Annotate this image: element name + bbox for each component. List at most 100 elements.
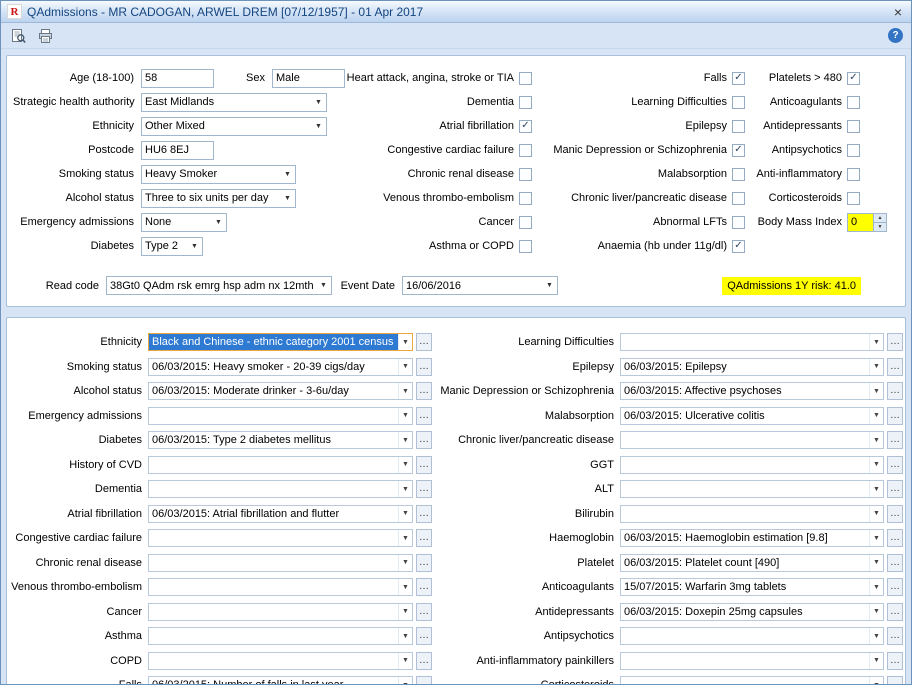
help-button[interactable]: ? xyxy=(888,28,903,43)
ethnicity-ellipsis-button[interactable]: … xyxy=(416,333,432,351)
chevron-down-icon: ▼ xyxy=(398,481,412,497)
asthma-ellipsis-button[interactable]: … xyxy=(416,627,432,645)
postcode-input[interactable]: HU6 8EJ xyxy=(141,141,214,160)
strategic-health-authority-dropdown[interactable]: East Midlands▼ xyxy=(141,93,327,112)
antipsychotics-ellipsis-button[interactable]: … xyxy=(887,627,903,645)
platelet-ellipsis-button[interactable]: … xyxy=(887,554,903,572)
alt-ellipsis-button[interactable]: … xyxy=(887,480,903,498)
checkbox-platelets-480[interactable]: ✓ xyxy=(847,72,860,85)
anticoagulants-ellipsis-button[interactable]: … xyxy=(887,578,903,596)
alcohol-status-label: Alcohol status xyxy=(13,192,141,204)
checkbox-corticosteroids[interactable] xyxy=(847,192,860,205)
anticoagulants-history-dropdown[interactable]: 15/07/2015: Warfarin 3mg tablets▼ xyxy=(620,578,884,596)
congestive-cardiac-failure-ellipsis-button[interactable]: … xyxy=(416,529,432,547)
corticosteroids-ellipsis-button[interactable]: … xyxy=(887,676,903,685)
checkbox-chronic-renal-disease[interactable] xyxy=(519,168,532,181)
diabetes-ellipsis-button[interactable]: … xyxy=(416,431,432,449)
epilepsy-history-dropdown[interactable]: 06/03/2015: Epilepsy▼ xyxy=(620,358,884,376)
emergency-admissions-value: None xyxy=(145,216,171,228)
anti-inflammatory-painkillers-history-dropdown[interactable]: ▼ xyxy=(620,652,884,670)
ggt-history-dropdown[interactable]: ▼ xyxy=(620,456,884,474)
anti-inflammatory-painkillers-ellipsis-button[interactable]: … xyxy=(887,652,903,670)
history-of-cvd-history-dropdown[interactable]: ▼ xyxy=(148,456,413,474)
epilepsy-ellipsis-button[interactable]: … xyxy=(887,358,903,376)
checkbox-heart-attack-angina-stroke-or-tia[interactable] xyxy=(519,72,532,85)
alcohol-status-dropdown[interactable]: Three to six units per day▼ xyxy=(141,189,296,208)
alt-history-dropdown[interactable]: ▼ xyxy=(620,480,884,498)
smoking-status-history-dropdown[interactable]: 06/03/2015: Heavy smoker - 20-39 cigs/da… xyxy=(148,358,413,376)
antidepressants-ellipsis-button[interactable]: … xyxy=(887,603,903,621)
haemoglobin-history-dropdown[interactable]: 06/03/2015: Haemoglobin estimation [9.8]… xyxy=(620,529,884,547)
atrial-fibrillation-ellipsis-button[interactable]: … xyxy=(416,505,432,523)
spinner-down-icon[interactable]: ▼ xyxy=(874,222,886,231)
body-mass-index-input[interactable]: 0▲▼ xyxy=(847,213,887,232)
atrial-fibrillation-history-dropdown[interactable]: 06/03/2015: Atrial fibrillation and flut… xyxy=(148,505,413,523)
history-row-diabetes: Diabetes06/03/2015: Type 2 diabetes mell… xyxy=(11,430,432,450)
falls-history-dropdown[interactable]: 06/03/2015: Number of falls in last year… xyxy=(148,676,413,685)
close-button[interactable]: × xyxy=(891,5,905,19)
copd-history-dropdown[interactable]: ▼ xyxy=(148,652,413,670)
copd-ellipsis-button[interactable]: … xyxy=(416,652,432,670)
falls-ellipsis-button[interactable]: … xyxy=(416,676,432,685)
ethnicity-dropdown[interactable]: Other Mixed▼ xyxy=(141,117,327,136)
smoking-status-ellipsis-button[interactable]: … xyxy=(416,358,432,376)
alcohol-status-history-dropdown[interactable]: 06/03/2015: Moderate drinker - 3-6u/day▼ xyxy=(148,382,413,400)
learning-difficulties-history-value xyxy=(621,334,869,350)
history-row-falls: Falls06/03/2015: Number of falls in last… xyxy=(11,675,432,685)
venous-thrombo-embolism-history-dropdown[interactable]: ▼ xyxy=(148,578,413,596)
bilirubin-history-dropdown[interactable]: ▼ xyxy=(620,505,884,523)
learning-difficulties-history-dropdown[interactable]: ▼ xyxy=(620,333,884,351)
emergency-admissions-history-dropdown[interactable]: ▼ xyxy=(148,407,413,425)
bilirubin-ellipsis-button[interactable]: … xyxy=(887,505,903,523)
event-date-dropdown[interactable]: 16/06/2016 ▼ xyxy=(402,276,558,295)
check-icon: ✓ xyxy=(734,241,742,251)
chronic-liver-pancreatic-disease-history-dropdown[interactable]: ▼ xyxy=(620,431,884,449)
alcohol-status-ellipsis-button[interactable]: … xyxy=(416,382,432,400)
checkbox-anti-inflammatory[interactable] xyxy=(847,168,860,181)
checkbox-antidepressants[interactable] xyxy=(847,120,860,133)
manic-depression-or-schizophrenia-ellipsis-button[interactable]: … xyxy=(887,382,903,400)
congestive-cardiac-failure-history-dropdown[interactable]: ▼ xyxy=(148,529,413,547)
cancer-history-dropdown[interactable]: ▼ xyxy=(148,603,413,621)
platelet-history-dropdown[interactable]: 06/03/2015: Platelet count [490]▼ xyxy=(620,554,884,572)
emergency-admissions-ellipsis-button[interactable]: … xyxy=(416,407,432,425)
antipsychotics-history-dropdown[interactable]: ▼ xyxy=(620,627,884,645)
malabsorption-ellipsis-button[interactable]: … xyxy=(887,407,903,425)
check-icon: ✓ xyxy=(521,121,529,131)
checkbox-congestive-cardiac-failure[interactable] xyxy=(519,144,532,157)
cancer-ellipsis-button[interactable]: … xyxy=(416,603,432,621)
print-preview-button[interactable] xyxy=(6,25,30,46)
checkbox-atrial-fibrillation[interactable]: ✓ xyxy=(519,120,532,133)
checkbox-anticoagulants[interactable] xyxy=(847,96,860,109)
manic-depression-or-schizophrenia-history-dropdown[interactable]: 06/03/2015: Affective psychoses▼ xyxy=(620,382,884,400)
checkbox-cancer[interactable] xyxy=(519,216,532,229)
learning-difficulties-ellipsis-button[interactable]: … xyxy=(887,333,903,351)
ethnicity-history-dropdown[interactable]: Black and Chinese - ethnic category 2001… xyxy=(148,333,413,351)
checkbox-asthma-or-copd[interactable] xyxy=(519,240,532,253)
checkbox-anaemia-hb-under-11g-dl[interactable]: ✓ xyxy=(732,240,745,253)
emergency-admissions-dropdown[interactable]: None▼ xyxy=(141,213,227,232)
antidepressants-history-dropdown[interactable]: 06/03/2015: Doxepin 25mg capsules▼ xyxy=(620,603,884,621)
haemoglobin-ellipsis-button[interactable]: … xyxy=(887,529,903,547)
malabsorption-history-dropdown[interactable]: 06/03/2015: Ulcerative colitis▼ xyxy=(620,407,884,425)
chronic-liver-pancreatic-disease-ellipsis-button[interactable]: … xyxy=(887,431,903,449)
chronic-renal-disease-ellipsis-button[interactable]: … xyxy=(416,554,432,572)
diabetes-dropdown[interactable]: Type 2▼ xyxy=(141,237,203,256)
print-button[interactable] xyxy=(33,25,57,46)
dementia-ellipsis-button[interactable]: … xyxy=(416,480,432,498)
venous-thrombo-embolism-ellipsis-button[interactable]: … xyxy=(416,578,432,596)
chronic-renal-disease-history-dropdown[interactable]: ▼ xyxy=(148,554,413,572)
age-18-100-input[interactable]: 58 xyxy=(141,69,214,88)
asthma-history-dropdown[interactable]: ▼ xyxy=(148,627,413,645)
diabetes-history-dropdown[interactable]: 06/03/2015: Type 2 diabetes mellitus▼ xyxy=(148,431,413,449)
checkbox-antipsychotics[interactable] xyxy=(847,144,860,157)
read-code-dropdown[interactable]: 38Gt0 QAdm rsk emrg hsp adm nx 12mth ▼ xyxy=(106,276,332,295)
ggt-ellipsis-button[interactable]: … xyxy=(887,456,903,474)
smoking-status-dropdown[interactable]: Heavy Smoker▼ xyxy=(141,165,296,184)
corticosteroids-history-dropdown[interactable]: ▼ xyxy=(620,676,884,685)
spinner-up-icon[interactable]: ▲ xyxy=(874,214,886,222)
checkbox-dementia[interactable] xyxy=(519,96,532,109)
dementia-history-dropdown[interactable]: ▼ xyxy=(148,480,413,498)
history-of-cvd-ellipsis-button[interactable]: … xyxy=(416,456,432,474)
checkbox-venous-thrombo-embolism[interactable] xyxy=(519,192,532,205)
